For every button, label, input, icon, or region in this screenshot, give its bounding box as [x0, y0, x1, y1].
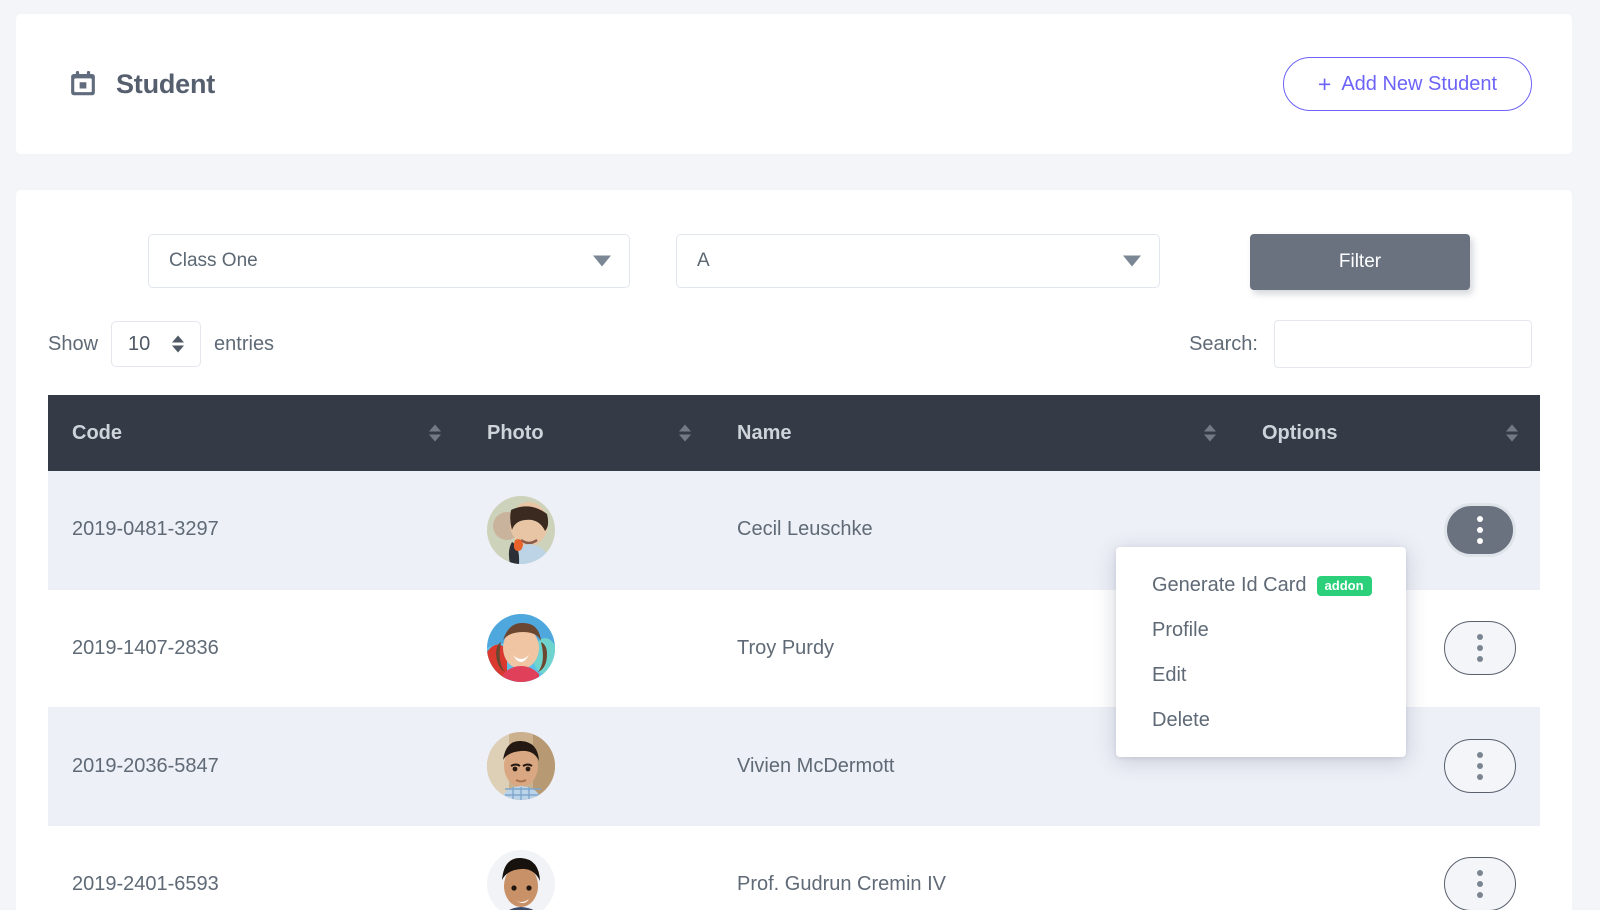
cell-code: 2019-0481-3297 [48, 471, 463, 590]
search-input[interactable] [1274, 320, 1532, 368]
sort-arrows-icon [429, 424, 441, 442]
cell-options [1238, 825, 1540, 910]
column-header-options[interactable]: Options [1238, 395, 1540, 471]
student-avatar [487, 614, 555, 682]
dot [1477, 645, 1483, 651]
addon-badge: addon [1316, 575, 1372, 596]
column-header-name[interactable]: Name [713, 395, 1238, 471]
dot [1477, 892, 1483, 898]
menu-item-label: Generate Id Card [1152, 574, 1307, 596]
dot [1477, 752, 1483, 758]
dot [1477, 881, 1483, 887]
sort-arrows-icon [1204, 424, 1216, 442]
calendar-icon [68, 69, 98, 99]
dot [1477, 774, 1483, 780]
menu-item-label: Profile [1152, 619, 1209, 641]
cell-photo [463, 589, 713, 708]
student-avatar [487, 732, 555, 800]
cell-photo [463, 471, 713, 590]
chevron-down-icon [1123, 255, 1141, 267]
cell-code: 2019-2036-5847 [48, 707, 463, 826]
cell-photo [463, 825, 713, 910]
filter-row: Class One A Filter [16, 234, 1572, 290]
dot [1477, 537, 1483, 544]
entries-label: entries [214, 332, 275, 355]
table-tools-row: Show 10 entries Search: [16, 320, 1572, 368]
row-options-button[interactable] [1444, 739, 1516, 793]
student-avatar [487, 850, 555, 910]
column-header-photo[interactable]: Photo [463, 395, 713, 471]
entries-per-page-value: 10 [128, 332, 151, 355]
menu-item-delete[interactable]: Delete [1116, 698, 1406, 743]
students-table-head: Code Photo Name Options [48, 395, 1540, 471]
dot [1477, 763, 1483, 769]
search-label: Search: [1189, 332, 1258, 355]
column-label-name: Name [737, 421, 792, 444]
sort-arrows-icon [679, 424, 691, 442]
cell-code: 2019-2401-6593 [48, 825, 463, 910]
menu-item-label: Edit [1152, 664, 1187, 686]
column-label-options: Options [1262, 421, 1338, 444]
table-row: 2019-2401-6593 Prof. Gudrun Cremin IV [48, 825, 1540, 910]
dot [1477, 634, 1483, 640]
cell-photo [463, 707, 713, 826]
menu-item-label: Delete [1152, 709, 1210, 731]
section-select[interactable]: A [676, 234, 1160, 288]
cell-name: Prof. Gudrun Cremin IV [713, 825, 1238, 910]
class-select-value: Class One [169, 250, 258, 271]
row-options-button[interactable] [1444, 621, 1516, 675]
cell-code: 2019-1407-2836 [48, 589, 463, 708]
add-new-student-label: Add New Student [1341, 72, 1497, 95]
menu-item-profile[interactable]: Profile [1116, 608, 1406, 653]
page-header-card: Student + Add New Student [16, 14, 1572, 154]
menu-item-generate-id-card[interactable]: Generate Id Card addon [1116, 563, 1406, 608]
column-header-code[interactable]: Code [48, 395, 463, 471]
column-label-photo: Photo [487, 421, 544, 444]
student-avatar [487, 495, 555, 564]
dot [1477, 526, 1483, 533]
dot [1477, 515, 1483, 522]
sort-arrows-icon [1506, 424, 1518, 442]
dot [1477, 870, 1483, 876]
row-options-button[interactable] [1444, 502, 1516, 557]
column-label-code: Code [72, 421, 122, 444]
chevron-down-icon [593, 255, 611, 267]
filter-button[interactable]: Filter [1250, 234, 1470, 290]
menu-item-edit[interactable]: Edit [1116, 653, 1406, 698]
plus-icon: + [1317, 70, 1332, 97]
add-new-student-button[interactable]: + Add New Student [1282, 57, 1532, 111]
show-entries-group: Show 10 entries [48, 321, 274, 367]
section-select-value: A [697, 250, 710, 271]
stepper-arrows-icon [172, 335, 185, 353]
row-options-dropdown-menu: Generate Id Card addon Profile Edit Dele… [1116, 547, 1406, 757]
class-select[interactable]: Class One [148, 234, 630, 288]
dot [1477, 656, 1483, 662]
show-label: Show [48, 332, 99, 355]
student-page: Student + Add New Student Class One A Fi… [0, 0, 1600, 910]
table-header-row: Code Photo Name Options [48, 395, 1540, 471]
page-header-left: Student [68, 69, 215, 100]
search-group: Search: [1189, 320, 1532, 368]
page-title: Student [116, 68, 216, 99]
entries-per-page-select[interactable]: 10 [111, 321, 202, 367]
row-options-button[interactable] [1444, 857, 1516, 910]
